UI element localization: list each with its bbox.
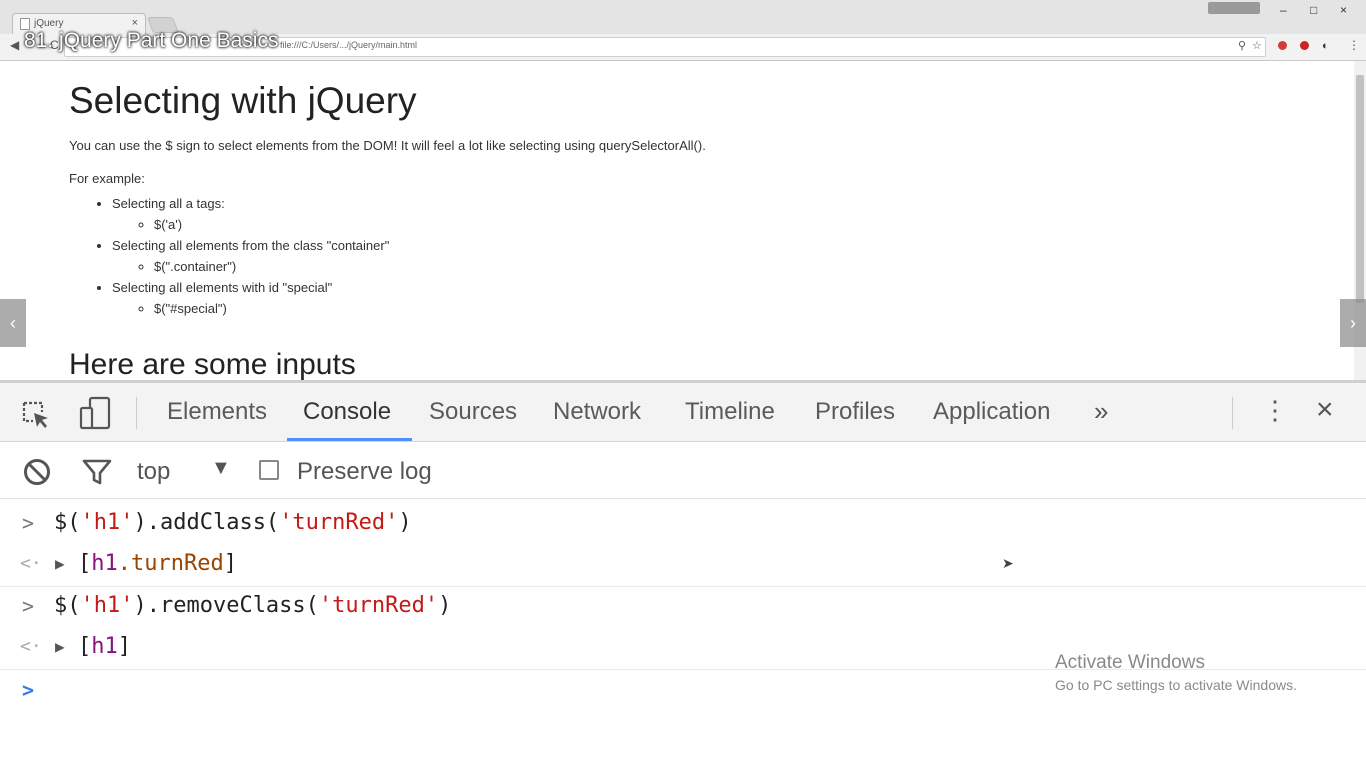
opera-extension-icon[interactable]: [1278, 41, 1287, 50]
device-toolbar-icon[interactable]: [78, 396, 112, 430]
close-devtools-icon[interactable]: ×: [1316, 393, 1334, 427]
filter-icon[interactable]: [82, 458, 112, 486]
inspect-element-icon[interactable]: [22, 401, 50, 429]
minimize-button[interactable]: –: [1280, 3, 1287, 17]
console-input-row[interactable]: > $('h1').removeClass('turnRed'): [0, 588, 1366, 629]
active-tab-indicator: [287, 438, 412, 441]
tab-profiles[interactable]: Profiles: [815, 398, 895, 426]
list-item-code: $(".container"): [154, 256, 389, 277]
tab-console[interactable]: Console: [303, 398, 391, 426]
block-extension-icon[interactable]: [1300, 41, 1309, 50]
result-arrow-icon: <·: [20, 553, 42, 574]
tab-sources[interactable]: Sources: [429, 398, 517, 426]
tab-network[interactable]: Network: [553, 398, 641, 426]
console-command: $('h1').removeClass('turnRed'): [54, 593, 452, 618]
moon-extension-icon[interactable]: ◐: [1322, 40, 1329, 52]
expand-triangle-icon[interactable]: ▶: [55, 637, 65, 656]
tab-elements[interactable]: Elements: [167, 398, 267, 426]
devtools-menu-icon[interactable]: ⋮: [1262, 395, 1288, 425]
tab-application[interactable]: Application: [933, 398, 1050, 426]
watermark-title: Activate Windows: [1055, 652, 1205, 673]
more-tabs-icon[interactable]: »: [1094, 396, 1108, 427]
console-result[interactable]: [h1.turnRed]: [78, 551, 237, 576]
context-dropdown-icon[interactable]: ▼: [211, 457, 231, 480]
list-item: Selecting all elements with id "special"…: [112, 277, 389, 319]
close-window-button[interactable]: ×: [1340, 3, 1347, 17]
page-subheading: Here are some inputs: [69, 348, 356, 380]
console-output[interactable]: > $('h1').addClass('turnRed') <· ▶ [h1.t…: [0, 499, 1366, 771]
console-result-row[interactable]: <· ▶ [h1.turnRed]: [0, 545, 1366, 587]
devtools-tab-bar: Elements Console Sources Network Timelin…: [0, 383, 1366, 442]
example-list: Selecting all a tags: $('a') Selecting a…: [70, 193, 389, 319]
clear-console-icon[interactable]: [23, 458, 51, 486]
tab-title: jQuery: [34, 18, 64, 29]
list-item: Selecting all elements from the class "c…: [112, 235, 389, 277]
url-text: file:///C:/Users/.../jQuery/main.html: [280, 40, 418, 50]
tab-timeline[interactable]: Timeline: [685, 398, 775, 426]
example-label: For example:: [69, 171, 145, 186]
preserve-log-checkbox[interactable]: [259, 460, 279, 480]
zoom-star-icons[interactable]: ⚲☆: [1238, 39, 1268, 52]
video-title-overlay: 81. jQuery Part One Basics: [24, 29, 279, 52]
profile-badge[interactable]: [1208, 2, 1260, 14]
list-item-code: $('a'): [154, 214, 389, 235]
prompt-icon: >: [22, 594, 35, 618]
video-prev-arrow-icon[interactable]: ‹: [0, 299, 26, 347]
result-arrow-icon: <·: [20, 636, 42, 657]
list-item-code: $("#special"): [154, 298, 389, 319]
watermark-subtitle: Go to PC settings to activate Windows.: [1055, 677, 1297, 693]
expand-triangle-icon[interactable]: ▶: [55, 554, 65, 573]
console-command: $('h1').addClass('turnRed'): [54, 510, 412, 535]
console-toolbar: top ▼ Preserve log: [0, 442, 1366, 499]
intro-paragraph: You can use the $ sign to select element…: [69, 138, 706, 153]
mouse-cursor-icon: ➤: [1002, 555, 1014, 571]
maximize-button[interactable]: □: [1310, 3, 1317, 17]
video-next-arrow-icon[interactable]: ›: [1340, 299, 1366, 347]
browser-menu-icon[interactable]: ⋮: [1348, 38, 1360, 52]
console-input-row[interactable]: > $('h1').addClass('turnRed'): [0, 505, 1366, 546]
divider: [136, 397, 137, 429]
scrollbar-thumb[interactable]: [1356, 75, 1364, 303]
tab-close-icon[interactable]: ×: [132, 17, 138, 29]
divider: [1232, 397, 1233, 429]
back-icon[interactable]: ◀: [10, 38, 19, 52]
windows-activation-watermark: Activate Windows Go to PC settings to ac…: [1055, 652, 1297, 693]
console-result[interactable]: [h1]: [78, 634, 131, 659]
page-heading: Selecting with jQuery: [69, 80, 417, 121]
context-selector[interactable]: top: [137, 458, 170, 486]
preserve-log-label: Preserve log: [297, 458, 432, 485]
active-prompt-icon: >: [22, 678, 35, 702]
prompt-icon: >: [22, 511, 35, 535]
page-viewport: Selecting with jQuery You can use the $ …: [0, 61, 1366, 380]
devtools-panel: Elements Console Sources Network Timelin…: [0, 380, 1366, 771]
list-item: Selecting all a tags: $('a'): [112, 193, 389, 235]
